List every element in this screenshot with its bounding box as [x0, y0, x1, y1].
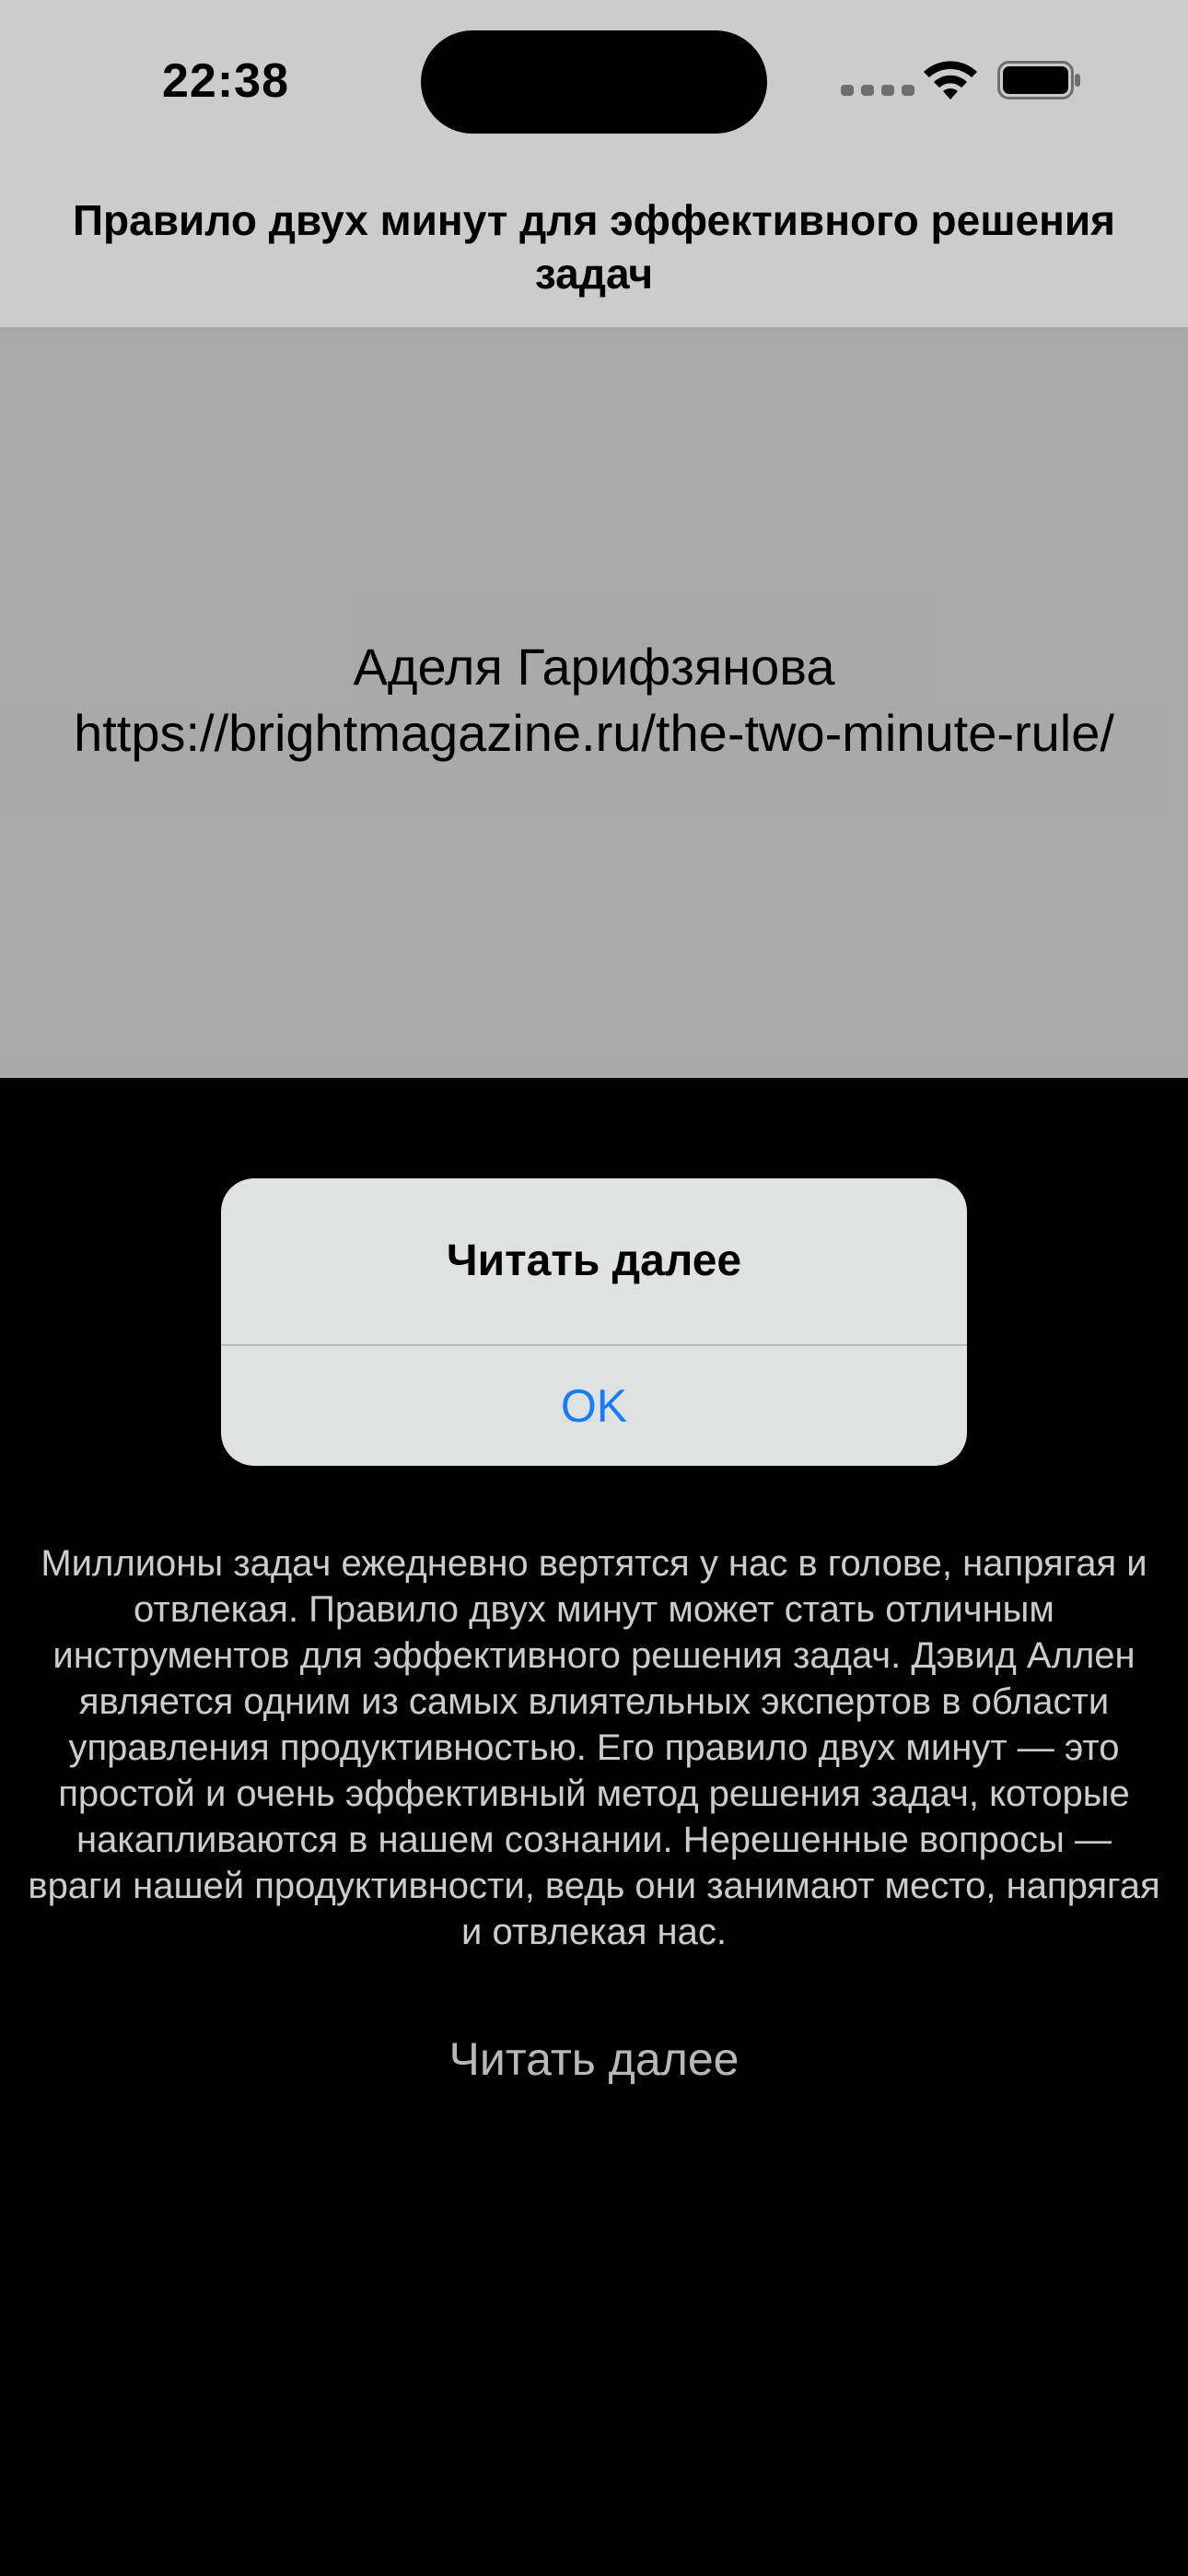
alert-dialog: Читать далее OK	[221, 1178, 967, 1466]
alert-ok-button[interactable]: OK	[221, 1346, 967, 1466]
alert-title: Читать далее	[446, 1236, 742, 1285]
